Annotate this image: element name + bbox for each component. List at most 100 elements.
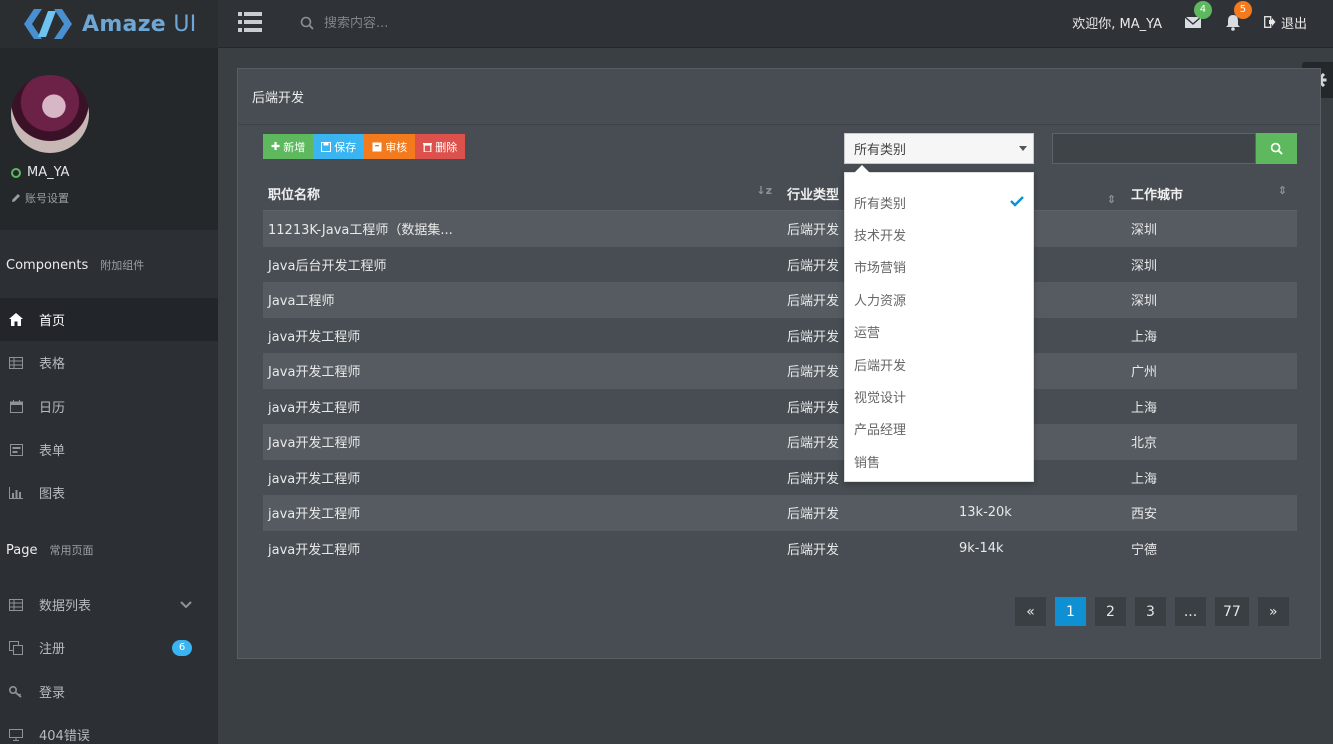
sidebar-item-404[interactable]: 404错误 bbox=[0, 713, 218, 744]
column-header-city[interactable]: 工作城市 ⇕ bbox=[1126, 184, 1297, 203]
sort-icon[interactable]: ⇕ bbox=[1107, 193, 1116, 206]
cell-title: Java开发工程师 bbox=[268, 436, 361, 452]
dropdown-option[interactable]: 视觉设计 bbox=[845, 380, 1033, 412]
pagination-page-1[interactable]: 1 bbox=[1055, 597, 1086, 626]
add-button[interactable]: ✚ 新增 bbox=[263, 134, 314, 159]
top-search-input[interactable] bbox=[324, 15, 474, 31]
components-title: Components bbox=[6, 258, 89, 273]
cell-title: java开发工程师 bbox=[268, 329, 361, 345]
form-icon bbox=[9, 443, 23, 457]
dropdown-option[interactable]: 市场营销 bbox=[845, 251, 1033, 283]
review-button-label: 审核 bbox=[385, 140, 408, 154]
table-row[interactable]: java开发工程师 后端开发 上海 bbox=[263, 460, 1297, 496]
panel-title: 后端开发 bbox=[238, 69, 1320, 125]
page-title: Page bbox=[6, 543, 38, 558]
table-header: 职位名称 ↓z 行业类型 ⇕ 工作城市 ⇕ bbox=[263, 176, 1297, 211]
cell-title: 11213K-Java工程师（数据集... bbox=[268, 223, 453, 239]
dropdown-option[interactable]: 技术开发 bbox=[845, 218, 1033, 250]
table-row[interactable]: Java开发工程师 后端开发 北京 bbox=[263, 424, 1297, 460]
trash-icon bbox=[423, 142, 433, 152]
online-status-icon bbox=[11, 167, 21, 178]
cell-salary: 13k-20k bbox=[959, 505, 1012, 521]
table-search-input[interactable] bbox=[1052, 133, 1256, 164]
sidebar-item-data-list[interactable]: 数据列表 bbox=[0, 583, 218, 626]
copy-icon bbox=[9, 640, 23, 655]
cell-industry: 后端开发 bbox=[787, 542, 840, 558]
avatar[interactable] bbox=[11, 75, 89, 153]
sidebar-item-login[interactable]: 登录 bbox=[0, 670, 218, 713]
table-row[interactable]: java开发工程师 后端开发 上海 bbox=[263, 389, 1297, 425]
table-row[interactable]: Java开发工程师 后端开发 广州 bbox=[263, 353, 1297, 389]
sidebar-item-register[interactable]: 注册 6 bbox=[0, 626, 218, 669]
dropdown-option-label: 视觉设计 bbox=[854, 391, 907, 407]
cell-city: 北京 bbox=[1131, 436, 1158, 452]
table-row[interactable]: java开发工程师 后端开发 13k-20k 西安 bbox=[263, 495, 1297, 531]
dropdown-option[interactable]: 后端开发 bbox=[845, 348, 1033, 380]
review-button[interactable]: 审核 bbox=[364, 134, 416, 159]
category-select[interactable]: 所有类别 bbox=[844, 133, 1034, 164]
mail-badge: 4 bbox=[1193, 1, 1212, 19]
top-search bbox=[300, 12, 500, 34]
account-settings-link[interactable]: 账号设置 bbox=[11, 190, 69, 206]
cell-title: java开发工程师 bbox=[268, 542, 361, 558]
pagination-ellipsis: ... bbox=[1175, 597, 1206, 626]
sidebar-item-label: 数据列表 bbox=[39, 599, 92, 614]
delete-button[interactable]: 删除 bbox=[415, 134, 466, 159]
calendar-icon bbox=[9, 400, 23, 414]
cell-title: java开发工程师 bbox=[268, 507, 361, 523]
column-header-label: 职位名称 bbox=[268, 187, 321, 203]
sidebar-item-calendar[interactable]: 日历 bbox=[0, 385, 218, 428]
table-row[interactable]: java开发工程师 后端开发 9k-14k 宁德 bbox=[263, 531, 1297, 567]
top-bar: Amaze UI 欢迎你, MA_YA 4 5 bbox=[0, 0, 1333, 48]
pagination-prev[interactable]: « bbox=[1015, 597, 1046, 626]
logout-button[interactable]: 退出 bbox=[1264, 13, 1307, 32]
username: MA_YA bbox=[11, 165, 69, 180]
pagination-page-77[interactable]: 77 bbox=[1215, 597, 1249, 626]
username-label: MA_YA bbox=[27, 165, 70, 180]
notification-button[interactable]: 5 bbox=[1224, 1, 1252, 31]
add-button-label: 新增 bbox=[283, 140, 306, 154]
cell-city: 宁德 bbox=[1131, 542, 1158, 558]
table-search-button[interactable] bbox=[1256, 133, 1297, 164]
sidebar-item-form[interactable]: 表单 bbox=[0, 428, 218, 471]
sidebar-item-table[interactable]: 表格 bbox=[0, 341, 218, 384]
table-row[interactable]: Java后台开发工程师 后端开发 深圳 bbox=[263, 247, 1297, 283]
dropdown-option[interactable]: 产品经理 bbox=[845, 413, 1033, 445]
sort-alpha-icon[interactable]: ↓z bbox=[756, 184, 772, 197]
dropdown-option[interactable]: 人力资源 bbox=[845, 283, 1033, 315]
pagination-next[interactable]: » bbox=[1257, 597, 1289, 626]
job-table: 职位名称 ↓z 行业类型 ⇕ 工作城市 ⇕ 11213K-Java工程师（数据集… bbox=[263, 176, 1297, 566]
mail-button[interactable]: 4 bbox=[1184, 1, 1212, 31]
search-icon bbox=[1270, 142, 1283, 155]
sidebar-item-label: 登录 bbox=[39, 686, 66, 701]
brand[interactable]: Amaze UI bbox=[0, 0, 218, 48]
sign-out-icon bbox=[1264, 16, 1276, 28]
dropdown-option-label: 后端开发 bbox=[854, 358, 907, 374]
save-button-label: 保存 bbox=[334, 140, 357, 154]
list-menu-icon[interactable] bbox=[238, 12, 262, 32]
notification-badge: 5 bbox=[1233, 1, 1252, 19]
logout-label: 退出 bbox=[1280, 16, 1307, 32]
pagination-page-2[interactable]: 2 bbox=[1095, 597, 1126, 626]
table-row[interactable]: 11213K-Java工程师（数据集... 后端开发 深圳 bbox=[263, 211, 1297, 247]
dropdown-option[interactable]: 所有类别 bbox=[845, 186, 1033, 218]
top-right-area: 欢迎你, MA_YA 4 5 退出 bbox=[1072, 0, 1307, 44]
table-row[interactable]: java开发工程师 后端开发 上海 bbox=[263, 318, 1297, 354]
sidebar-item-label: 404错误 bbox=[39, 729, 90, 744]
page-section-title: Page 常用页面 bbox=[6, 542, 93, 558]
dropdown-option-label: 所有类别 bbox=[854, 196, 907, 212]
pagination-page-3[interactable]: 3 bbox=[1135, 597, 1166, 626]
save-button[interactable]: 保存 bbox=[313, 134, 365, 159]
table-row[interactable]: Java工程师 后端开发 深圳 bbox=[263, 282, 1297, 318]
search-icon bbox=[300, 16, 314, 30]
sidebar-item-chart[interactable]: 图表 bbox=[0, 471, 218, 514]
sidebar-item-home[interactable]: 首页 bbox=[0, 298, 218, 341]
column-header-title[interactable]: 职位名称 ↓z bbox=[263, 184, 782, 203]
dropdown-option[interactable]: 运营 bbox=[845, 316, 1033, 348]
dropdown-option[interactable]: 销售 bbox=[845, 445, 1033, 477]
cell-industry: 后端开发 bbox=[787, 507, 840, 523]
cell-city: 西安 bbox=[1131, 507, 1158, 523]
cell-city: 深圳 bbox=[1131, 258, 1158, 274]
sort-icon[interactable]: ⇕ bbox=[1278, 184, 1287, 197]
dropdown-option-label: 市场营销 bbox=[854, 261, 907, 277]
